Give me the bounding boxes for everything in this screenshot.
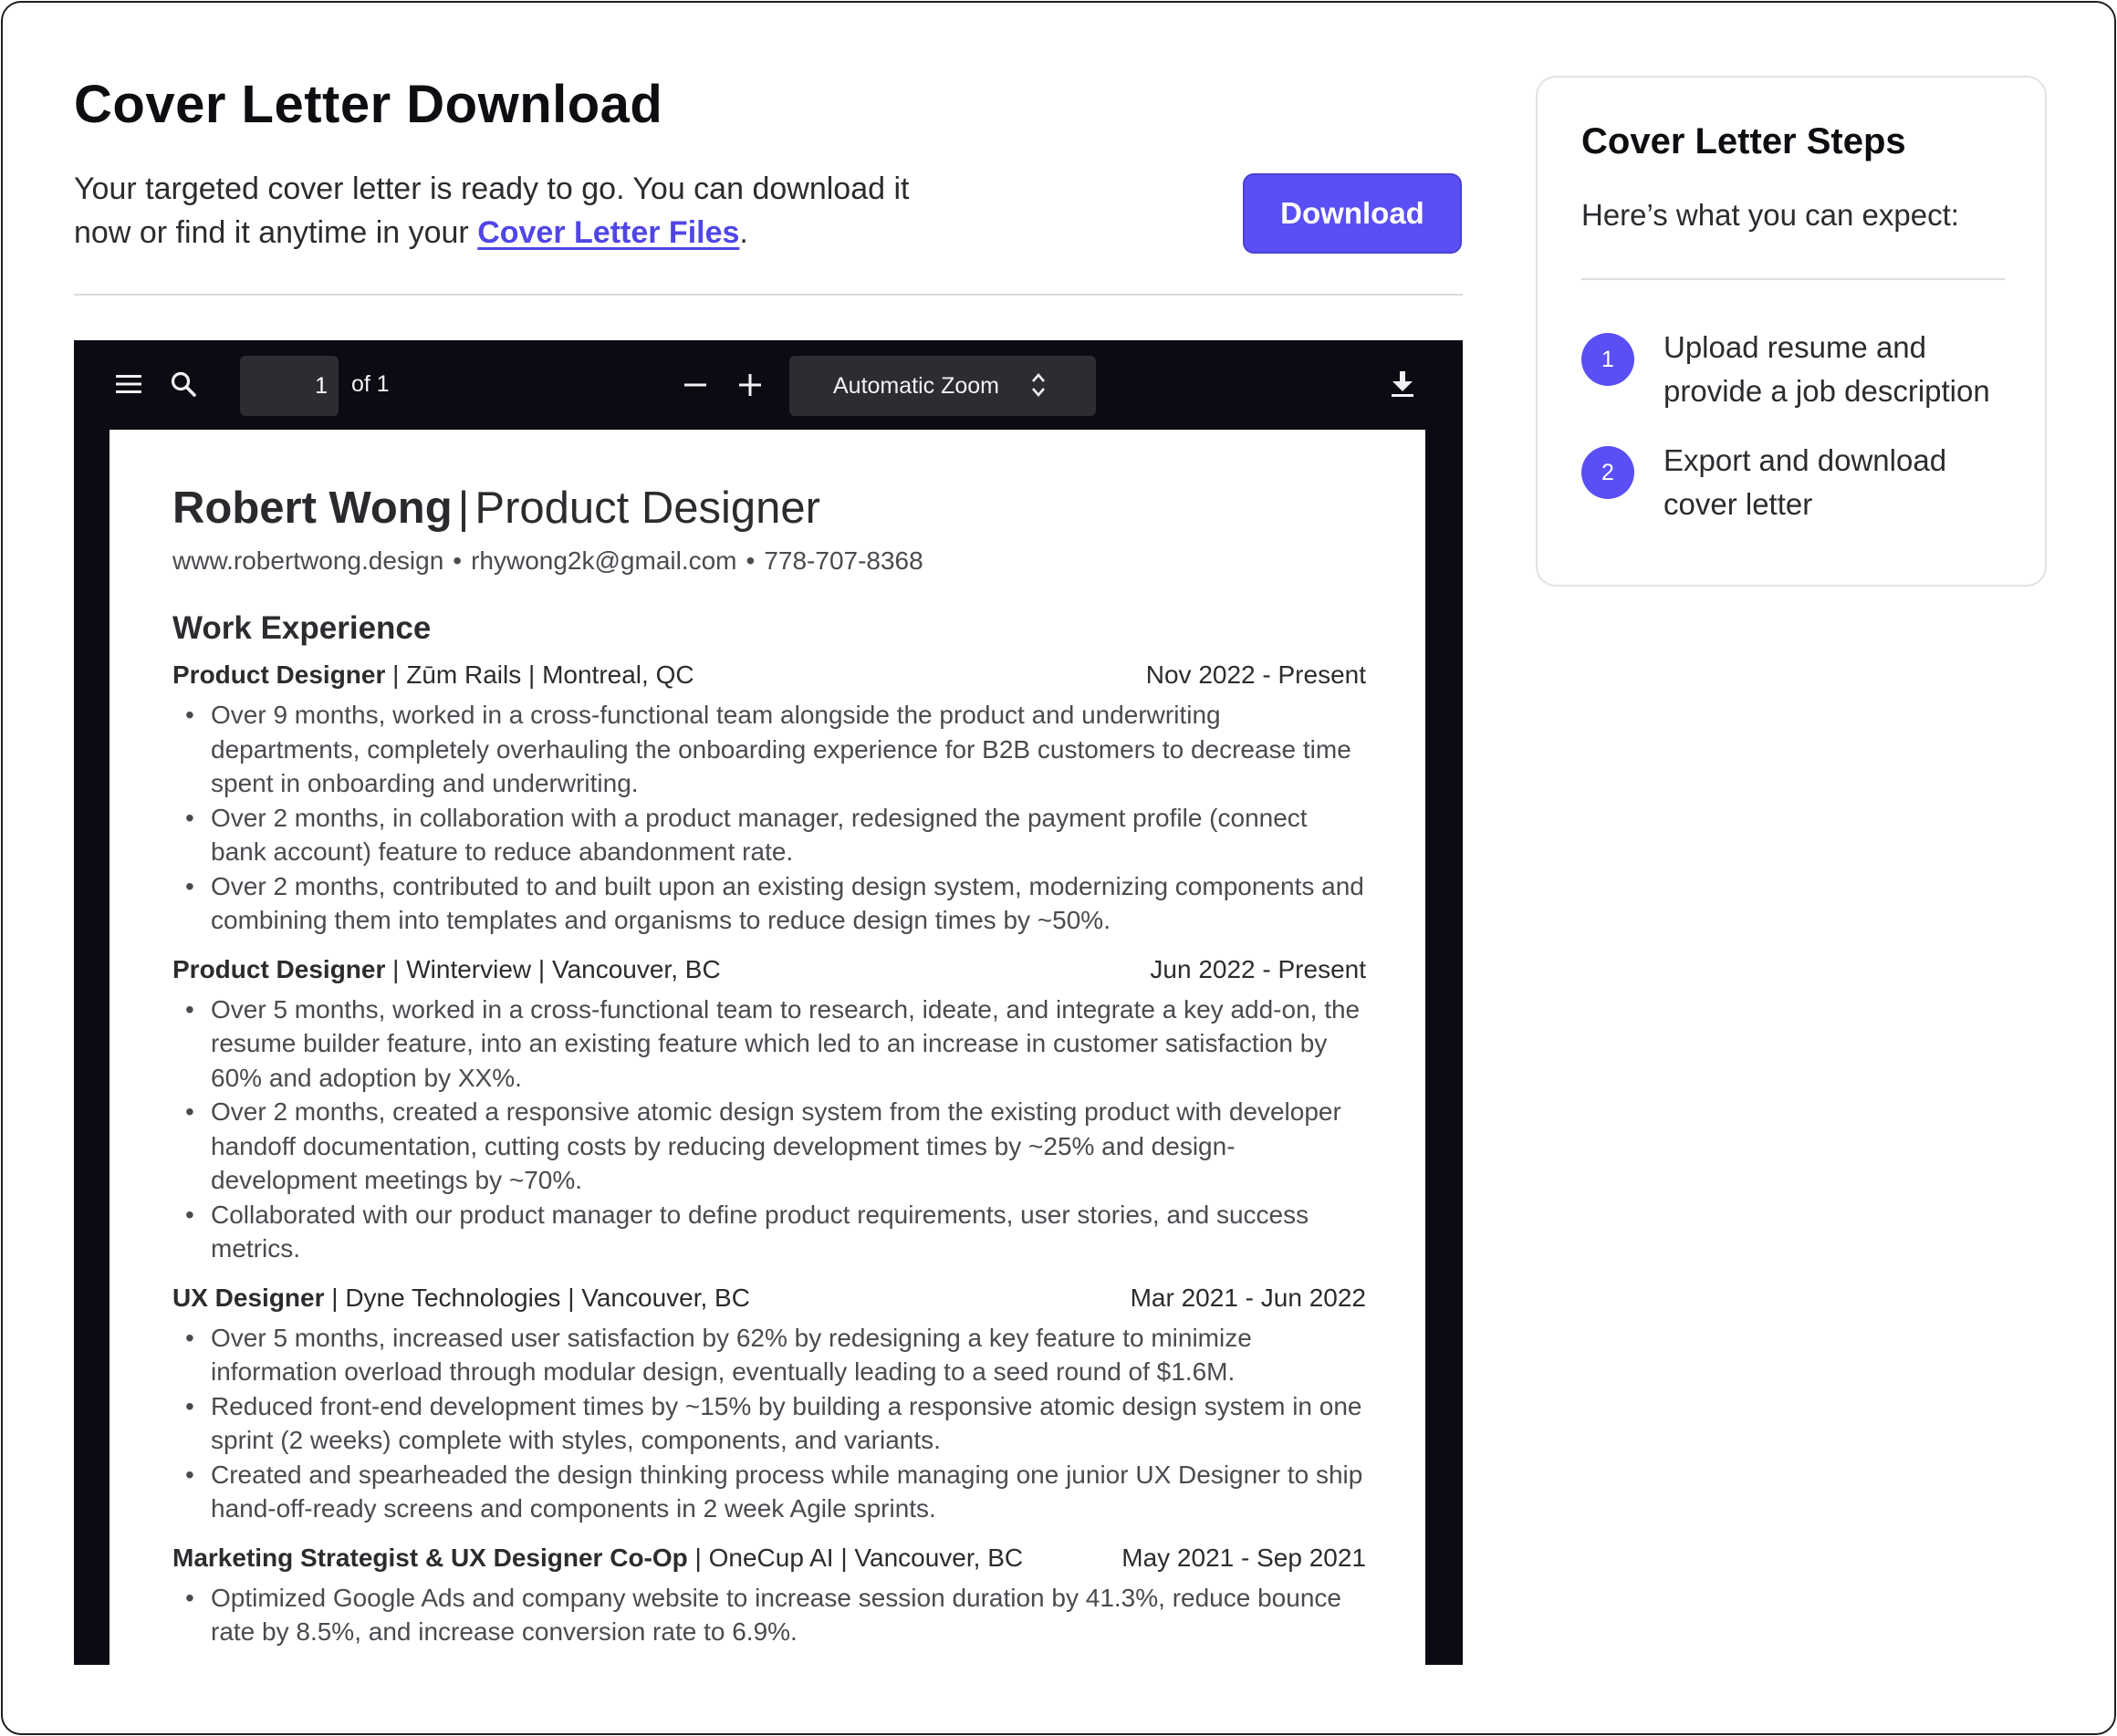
job-dates: May 2021 - Sep 2021 xyxy=(1121,1543,1366,1572)
job-bullet: Over 5 months, increased user satisfacti… xyxy=(172,1321,1366,1389)
job-title: Marketing Strategist & UX Designer Co-Op… xyxy=(172,1541,1023,1575)
resume-header: Robert Wong | Product Designer xyxy=(172,481,1366,535)
download-icon[interactable] xyxy=(1388,369,1417,399)
minus-icon[interactable] xyxy=(682,371,709,399)
job-bullets: Over 9 months, worked in a cross-functio… xyxy=(172,698,1366,938)
job-bullet: Reduced front-end development times by ~… xyxy=(172,1389,1366,1458)
intro-end: . xyxy=(739,215,748,250)
cover-letter-files-link[interactable]: Cover Letter Files xyxy=(477,215,739,250)
zoom-select[interactable]: Automatic Zoom xyxy=(789,356,1096,416)
job-bullet: Created and spearheaded the design think… xyxy=(172,1458,1366,1526)
steps-divider xyxy=(1581,278,2005,280)
menu-icon[interactable] xyxy=(114,369,143,399)
job-bullet: Over 9 months, worked in a cross-functio… xyxy=(172,698,1366,801)
job-header: Marketing Strategist & UX Designer Co-Op… xyxy=(172,1541,1366,1575)
job-bullet: Over 2 months, in collaboration with a p… xyxy=(172,801,1366,869)
job-role: Marketing Strategist & UX Designer Co-Op xyxy=(172,1543,688,1572)
job-bullets: Over 5 months, increased user satisfacti… xyxy=(172,1321,1366,1526)
chevron-updown-icon xyxy=(1030,370,1047,406)
step-number-badge: 2 xyxy=(1581,446,1634,499)
job-details: | Dyne Technologies | Vancouver, BC xyxy=(324,1283,750,1312)
steps-title: Cover Letter Steps xyxy=(1581,121,1906,161)
pdf-viewer: 1 of 1 Automatic Zoom Robert Wong | Produc… xyxy=(74,340,1463,1665)
resume-name: Robert Wong xyxy=(172,483,453,533)
intro-text: Your targeted cover letter is ready to g… xyxy=(74,167,968,255)
resume-headline: Product Designer xyxy=(474,483,820,533)
header-divider xyxy=(74,294,1463,296)
app-frame: Cover Letter Download Your targeted cove… xyxy=(1,1,2116,1735)
step-text: Export and download cover letter xyxy=(1663,443,1947,521)
job-entry: Product Designer | Winterview | Vancouve… xyxy=(172,952,1366,1266)
resume-contact: www.robertwong.design • rhywong2k@gmail.co… xyxy=(172,545,1366,577)
job-bullet: Collaborated with our product manager to… xyxy=(172,1198,1366,1266)
steps-subtitle: Here’s what you can expect: xyxy=(1581,198,1959,232)
pdf-toolbar: 1 of 1 Automatic Zoom xyxy=(74,340,1463,428)
job-role: Product Designer xyxy=(172,954,386,983)
job-bullet: Over 5 months, worked in a cross-functio… xyxy=(172,993,1366,1096)
job-dates: Nov 2022 - Present xyxy=(1145,660,1366,689)
job-entry: UX Designer | Dyne Technologies | Vancou… xyxy=(172,1281,1366,1526)
job-bullet: Over 2 months, created a responsive atom… xyxy=(172,1095,1366,1198)
zoom-value: Automatic Zoom xyxy=(833,372,1000,399)
page-title: Cover Letter Download xyxy=(74,75,663,134)
search-icon[interactable] xyxy=(169,369,198,399)
resume-website: www.robertwong.design xyxy=(172,546,444,575)
job-dates: Mar 2021 - Jun 2022 xyxy=(1130,1283,1366,1312)
step-number-badge: 1 xyxy=(1581,333,1634,386)
step-text: Upload resume and provide a job descript… xyxy=(1663,330,1990,408)
job-bullets: Over 5 months, worked in a cross-functio… xyxy=(172,993,1366,1266)
job-details: | OneCup AI | Vancouver, BC xyxy=(687,1543,1024,1572)
job-entry: Product Designer | Zūm Rails | Montreal,… xyxy=(172,658,1366,938)
job-details: | Zūm Rails | Montreal, QC xyxy=(385,660,694,689)
job-bullet: Over 2 months, contributed to and built … xyxy=(172,869,1366,938)
plus-icon[interactable] xyxy=(736,371,764,399)
resume-document: Robert Wong | Product Designer www.robertw… xyxy=(172,481,1366,1649)
job-title: Product Designer | Zūm Rails | Montreal,… xyxy=(172,658,694,692)
resume-separator: | xyxy=(457,483,470,533)
resume-phone: 778-707-8368 xyxy=(764,546,923,575)
pdf-page: Robert Wong | Product Designer www.robertw… xyxy=(110,430,1425,1665)
download-button[interactable]: Download xyxy=(1243,173,1462,254)
steps-card: Cover Letter Steps Here’s what you can e… xyxy=(1536,76,2047,587)
job-entry: Marketing Strategist & UX Designer Co-Op… xyxy=(172,1541,1366,1649)
job-title: UX Designer | Dyne Technologies | Vancou… xyxy=(172,1281,750,1315)
job-role: Product Designer xyxy=(172,660,386,689)
page-number-input[interactable]: 1 xyxy=(240,356,339,416)
job-header: Product Designer | Winterview | Vancouve… xyxy=(172,952,1366,987)
job-header: UX Designer | Dyne Technologies | Vancou… xyxy=(172,1281,1366,1315)
job-bullets: Optimized Google Ads and company website… xyxy=(172,1581,1366,1649)
job-title: Product Designer | Winterview | Vancouve… xyxy=(172,952,721,987)
job-bullet: Optimized Google Ads and company website… xyxy=(172,1581,1366,1649)
job-dates: Jun 2022 - Present xyxy=(1150,954,1366,983)
job-role: UX Designer xyxy=(172,1283,325,1312)
section-title: Work Experience xyxy=(172,610,432,646)
contact-dot: • xyxy=(453,546,463,575)
resume-email: rhywong2k@gmail.com xyxy=(471,546,737,575)
contact-dot: • xyxy=(746,546,756,575)
job-header: Product Designer | Zūm Rails | Montreal,… xyxy=(172,658,1366,692)
job-details: | Winterview | Vancouver, BC xyxy=(385,954,721,983)
page-count: of 1 xyxy=(351,371,390,397)
